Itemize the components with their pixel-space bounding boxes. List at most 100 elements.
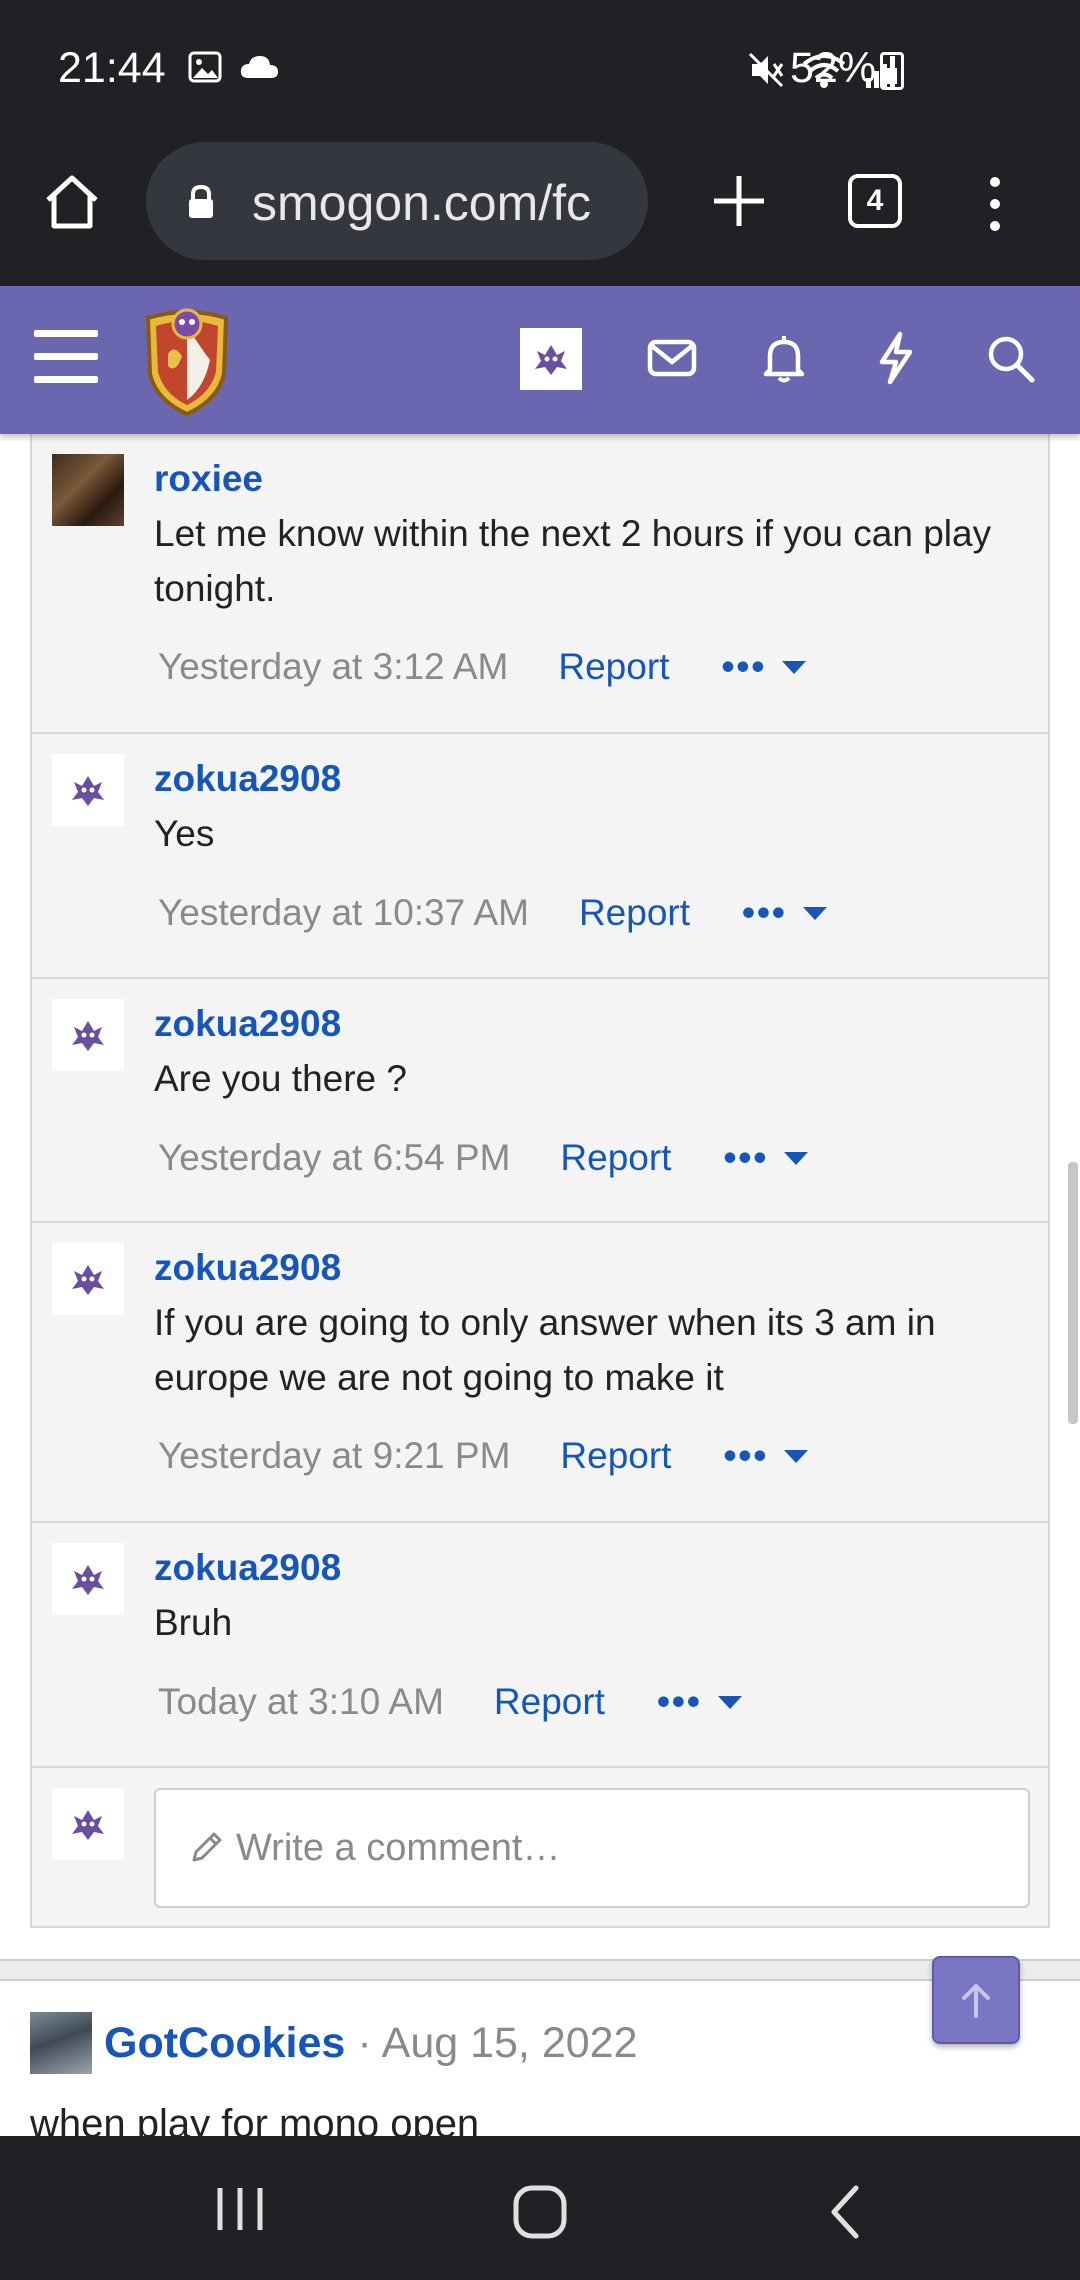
comment-timestamp[interactable]: Today at 3:10 AM (158, 1681, 444, 1723)
comment-timestamp[interactable]: Yesterday at 10:37 AM (158, 892, 529, 934)
comment-text: Bruh (154, 1602, 233, 1643)
comment-item: roxiee Let me know within the next 2 hou… (32, 434, 1048, 734)
mail-icon[interactable] (644, 330, 700, 386)
avatar[interactable] (52, 754, 124, 826)
report-link[interactable]: Report (560, 1137, 671, 1179)
avatar[interactable] (52, 999, 124, 1071)
battery-percent: 52% (790, 44, 877, 92)
user-avatar[interactable] (520, 328, 582, 390)
report-link[interactable]: Report (558, 646, 669, 688)
chevron-down-icon (782, 660, 807, 674)
new-tab-icon[interactable] (706, 168, 772, 234)
avatar[interactable] (30, 2012, 92, 2074)
comment-meta: Yesterday at 6:54 PM Report ••• (158, 1137, 809, 1179)
more-actions-button[interactable]: ••• (657, 1681, 742, 1723)
avatar[interactable] (52, 454, 124, 526)
url-bar[interactable]: smogon.com/fc (146, 142, 648, 260)
more-dots: ••• (656, 1681, 702, 1722)
comment-item: zokua2908 Yes Yesterday at 10:37 AM Repo… (32, 734, 1048, 979)
comment-item: zokua2908 Are you there ? Yesterday at 6… (32, 979, 1048, 1223)
tab-switcher-button[interactable]: 4 (848, 174, 902, 228)
more-actions-button[interactable]: ••• (723, 1435, 809, 1477)
avatar (52, 1788, 124, 1860)
comment-timestamp[interactable]: Yesterday at 9:21 PM (158, 1435, 510, 1477)
more-actions-button[interactable]: ••• (723, 1137, 809, 1179)
more-dots: ••• (723, 1435, 769, 1476)
avatar[interactable] (52, 1543, 124, 1615)
scroll-to-top-button[interactable] (932, 1956, 1020, 2044)
more-actions-button[interactable]: ••• (721, 646, 807, 688)
haunter-icon (72, 1810, 104, 1840)
site-header (0, 286, 1080, 434)
haunter-icon (72, 1565, 104, 1595)
more-dots: ••• (721, 646, 767, 687)
pencil-icon (192, 1832, 222, 1862)
smogon-logo[interactable] (138, 304, 236, 416)
post-date[interactable]: Aug 15, 2022 (382, 2019, 638, 2068)
chevron-down-icon (784, 1449, 809, 1463)
comment-placeholder: Write a comment… (236, 1826, 561, 1869)
mute-icon (748, 52, 784, 88)
post-divider (0, 1959, 1080, 1981)
report-link[interactable]: Report (579, 892, 690, 934)
status-bar: 21:44 52% (0, 0, 1080, 140)
page-content: roxiee Let me know within the next 2 hou… (0, 434, 1080, 2136)
back-icon[interactable] (820, 2184, 870, 2240)
bolt-icon[interactable] (868, 330, 924, 386)
comment-text: If you are going to only answer when its… (154, 1302, 936, 1398)
chevron-down-icon (784, 1151, 809, 1165)
chevron-down-icon (802, 906, 827, 920)
more-actions-button[interactable]: ••• (742, 892, 827, 934)
write-comment-row: Write a comment… (32, 1768, 1048, 1936)
comment-username[interactable]: zokua2908 (154, 1247, 341, 1289)
home-icon[interactable] (40, 170, 104, 234)
haunter-icon (72, 1265, 104, 1295)
comment-timestamp[interactable]: Yesterday at 3:12 AM (158, 646, 508, 688)
haunter-icon (72, 776, 104, 806)
recent-apps-icon[interactable] (210, 2184, 270, 2234)
comment-item: zokua2908 Bruh Today at 3:10 AM Report •… (32, 1523, 1048, 1768)
comment-item: zokua2908 If you are going to only answe… (32, 1223, 1048, 1523)
comment-meta: Today at 3:10 AM Report ••• (158, 1681, 742, 1723)
menu-icon[interactable] (34, 330, 98, 386)
battery-icon (880, 52, 904, 90)
comment-username[interactable]: zokua2908 (154, 758, 341, 800)
avatar[interactable] (52, 1243, 124, 1315)
comment-username[interactable]: zokua2908 (154, 1547, 341, 1589)
post-separator: · (357, 2018, 372, 2067)
browser-menu-icon[interactable] (980, 174, 1010, 234)
arrow-up-icon (962, 1984, 990, 2018)
bell-icon[interactable] (756, 330, 812, 386)
home-nav-icon[interactable] (510, 2184, 570, 2240)
lock-icon (189, 184, 213, 218)
status-time: 21:44 (58, 44, 166, 92)
status-notification-icons (188, 50, 280, 84)
comment-input[interactable]: Write a comment… (154, 1788, 1030, 1908)
comment-meta: Yesterday at 3:12 AM Report ••• (158, 646, 807, 688)
comment-username[interactable]: zokua2908 (154, 1003, 341, 1045)
chevron-down-icon (717, 1695, 742, 1709)
post-text: when play for mono open (30, 2102, 480, 2136)
scrollbar-thumb[interactable] (1068, 1162, 1078, 1424)
browser-toolbar: smogon.com/fc 4 (0, 140, 1080, 286)
cloud-icon (240, 56, 278, 78)
comment-timestamp[interactable]: Yesterday at 6:54 PM (158, 1137, 510, 1179)
comment-meta: Yesterday at 10:37 AM Report ••• (158, 892, 827, 934)
haunter-icon (535, 345, 567, 375)
system-nav-bar (0, 2136, 1080, 2280)
comment-thread: roxiee Let me know within the next 2 hou… (30, 434, 1050, 1928)
url-text: smogon.com/fc (252, 175, 592, 231)
comment-text: Are you there ? (154, 1058, 407, 1099)
report-link[interactable]: Report (560, 1435, 671, 1477)
haunter-icon (72, 1021, 104, 1051)
post-username[interactable]: GotCookies (104, 2019, 345, 2068)
image-icon (188, 51, 222, 83)
comment-text: Yes (154, 813, 215, 854)
comment-text: Let me know within the next 2 hours if y… (154, 513, 992, 609)
more-dots: ••• (742, 892, 787, 933)
more-dots: ••• (723, 1137, 769, 1178)
comment-username[interactable]: roxiee (154, 458, 263, 500)
post-header: GotCookies · Aug 15, 2022 (30, 2012, 637, 2074)
search-icon[interactable] (982, 330, 1038, 386)
report-link[interactable]: Report (494, 1681, 605, 1723)
